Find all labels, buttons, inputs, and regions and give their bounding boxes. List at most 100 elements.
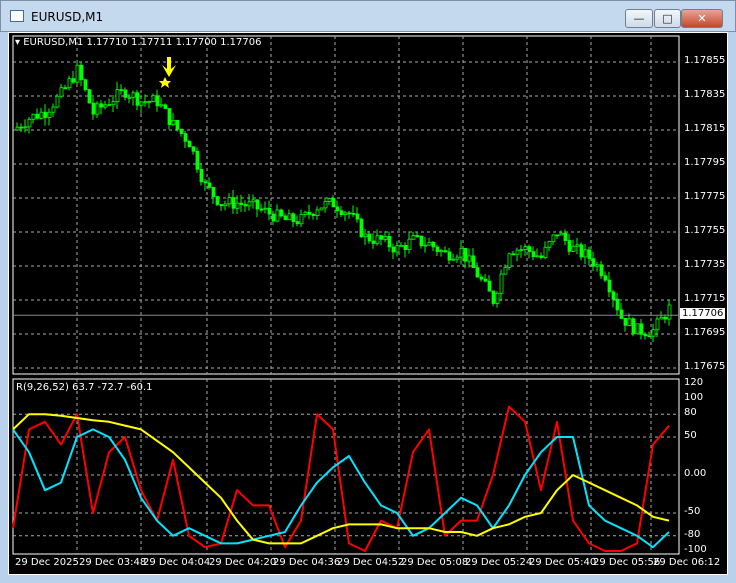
candle-body [27,118,32,128]
candle-body [83,79,88,91]
candle-body [287,213,292,221]
candle-body [663,316,668,320]
candle-body [423,244,428,247]
candle-body [319,207,324,211]
close-button[interactable]: ✕ [681,9,723,28]
candle-body [127,96,132,99]
candle-body [87,89,92,104]
candle-body [359,218,364,238]
candle-body [119,89,124,92]
candle-body [243,204,248,207]
candle-body [531,251,536,257]
candle-body [643,333,648,337]
time-tick: 29 Dec 04:04 [143,557,211,568]
candle-body [395,245,400,253]
candle-body [283,215,288,221]
candle-body [59,87,64,97]
title-bar: EURUSD,M1 — □ ✕ [0,0,736,32]
candle-body [631,318,636,335]
candle-body [335,206,340,212]
candle-body [39,111,44,119]
indicator-header: R(9,26,52) 63.7 -72.7 -60.1 [16,382,153,393]
maximize-button[interactable]: □ [654,9,681,28]
indicator-tick: 0.00 [684,468,707,479]
candle-body [399,244,404,247]
price-tick: 1.17695 [684,327,726,338]
candle-body [163,104,168,109]
candle-body [123,89,128,98]
candle-body [603,275,608,281]
candle-body [483,278,488,282]
candle-body [339,210,344,216]
candle-body [71,78,76,83]
candle-body [63,87,68,90]
candle-body [555,234,560,237]
candle-body [571,245,576,252]
candle-body [235,202,240,209]
candle-body [627,318,632,326]
time-tick: 29 Dec 04:36 [273,557,341,568]
candle-body [151,95,156,102]
candle-body [255,199,260,210]
candle-body [55,95,60,108]
candle-body [279,209,284,217]
candle-body [67,78,72,89]
candle-body [551,234,556,243]
candle-body [459,247,464,258]
candle-body [575,244,580,247]
candle-body [111,101,116,106]
candle-body [447,251,452,261]
candle-body [543,246,548,258]
candle-body [495,292,500,304]
chart-canvas[interactable] [9,33,729,576]
candle-body [491,290,496,304]
price-pane-frame [12,35,680,375]
candle-body [187,140,192,148]
candle-body [431,241,436,248]
candle-body [411,235,416,240]
arrow-down-icon [162,57,176,77]
candle-body [231,197,236,209]
chart-window[interactable]: ▾ EURUSD,M1 1.17710 1.17711 1.17700 1.17… [8,32,728,575]
candle-body [559,232,564,236]
candle-body [363,233,368,238]
candle-body [143,101,148,104]
candle-body [103,104,108,108]
indicator-tick: -100 [684,544,707,555]
candle-body [579,244,584,258]
candle-body [655,318,660,331]
candle-body [31,113,36,120]
candle-body [307,211,312,215]
candle-body [343,212,348,216]
candle-body [239,202,244,205]
candle-body [507,253,512,268]
indicator-tick: 100 [684,392,704,403]
candle-body [115,89,120,103]
candle-body [355,213,360,220]
candle-body [615,298,620,311]
candle-body [331,198,336,208]
candle-body [639,323,644,335]
candle-body [583,249,588,258]
candle-body [415,235,420,237]
candle-body [95,103,100,115]
candle-body [407,238,412,251]
candle-body [23,126,28,129]
candle-body [535,255,540,258]
candle-body [183,133,188,142]
time-tick: 29 Dec 04:20 [209,557,277,568]
candle-body [607,279,612,293]
price-tick: 1.17715 [684,293,726,304]
minimize-button[interactable]: — [625,9,653,28]
candle-body [619,309,624,319]
indicator-line-fast [12,405,670,552]
candle-body [311,214,316,216]
star-icon [159,77,171,88]
candle-body [259,208,264,211]
candle-body [547,241,552,248]
indicator-tick: -80 [684,528,701,540]
indicator-tick: -50 [684,506,701,517]
time-tick: 29 Dec 05:24 [465,557,533,568]
candle-body [47,111,52,118]
candle-body [267,207,272,215]
